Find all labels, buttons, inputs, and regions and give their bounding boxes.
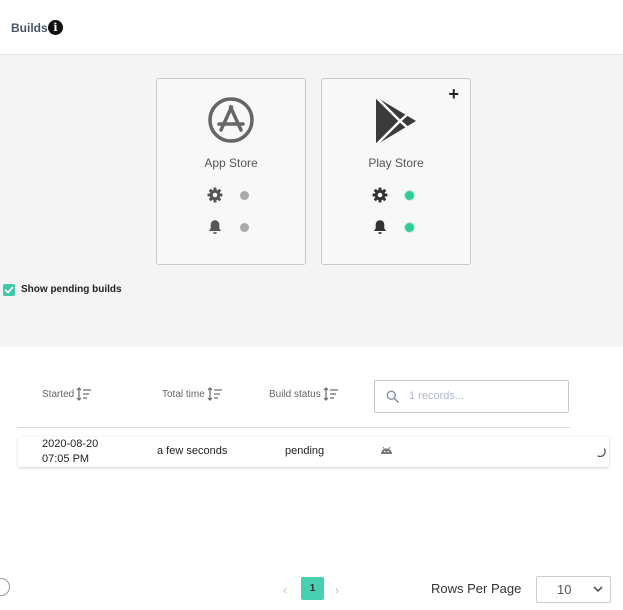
search-field: [374, 380, 569, 413]
previous-page-button[interactable]: ‹: [283, 583, 287, 597]
page-button-1[interactable]: 1: [301, 577, 324, 600]
next-page-button[interactable]: ›: [335, 583, 339, 597]
build-config-status: [372, 187, 422, 203]
add-icon[interactable]: +: [448, 85, 459, 103]
divider: [18, 427, 570, 428]
status-dot: [405, 191, 414, 200]
page-title: Builds: [11, 21, 48, 35]
notification-status: [372, 219, 422, 235]
platform-cell: [380, 446, 393, 458]
chevron-down-icon: [593, 586, 603, 593]
platforms-panel: App Store + Play Store Show pending buil…: [0, 55, 623, 347]
column-label: Started: [42, 388, 75, 400]
status-dot: [405, 223, 414, 232]
column-label: Build status: [269, 388, 321, 400]
status-dot: [240, 191, 249, 200]
rows-per-page-label: Rows Per Page: [431, 581, 522, 596]
bell-icon: [209, 220, 221, 234]
column-label: Total time: [162, 388, 205, 400]
table-row[interactable]: 2020-08-20 07:05 PM a few seconds pendin…: [18, 437, 609, 467]
info-icon[interactable]: i: [48, 20, 63, 35]
gear-icon: [372, 187, 388, 203]
play-store-icon: [375, 96, 416, 146]
column-header-started[interactable]: Started: [42, 387, 92, 401]
started-cell: 2020-08-20 07:05 PM: [42, 437, 98, 467]
started-time: 07:05 PM: [42, 453, 90, 465]
app-store-icon: [208, 97, 254, 143]
store-name: App Store: [204, 156, 258, 170]
checkmark-icon: [4, 286, 14, 294]
column-header-build-status[interactable]: Build status: [269, 387, 339, 401]
sort-icon[interactable]: [323, 387, 339, 401]
loading-spinner-icon: [596, 447, 606, 460]
rows-per-page-select[interactable]: 10: [536, 576, 611, 603]
search-input[interactable]: [409, 387, 559, 405]
spinner-icon: [597, 448, 606, 458]
bell-icon: [374, 220, 386, 234]
android-icon: [381, 446, 392, 454]
build-config-status: [207, 187, 257, 203]
column-header-total-time[interactable]: Total time: [162, 387, 223, 401]
app-store-card[interactable]: App Store: [156, 78, 306, 265]
show-pending-checkbox[interactable]: [3, 284, 15, 296]
sidebar-toggle-handle[interactable]: [0, 578, 10, 596]
store-name: Play Store: [368, 156, 424, 170]
sort-icon[interactable]: [76, 387, 92, 401]
play-store-card[interactable]: + Play Store: [321, 78, 471, 265]
rows-per-page-value: 10: [557, 582, 572, 597]
status-dot: [240, 223, 249, 232]
search-icon: [386, 390, 399, 403]
page-header: Builds i: [0, 0, 623, 55]
gear-icon: [207, 187, 223, 203]
sort-icon[interactable]: [207, 387, 223, 401]
build-status-cell: pending: [285, 445, 325, 457]
total-time-cell: a few seconds: [157, 445, 228, 457]
started-date: 2020-08-20: [42, 438, 99, 450]
notification-status: [207, 219, 257, 235]
show-pending-label: Show pending builds: [21, 284, 122, 295]
